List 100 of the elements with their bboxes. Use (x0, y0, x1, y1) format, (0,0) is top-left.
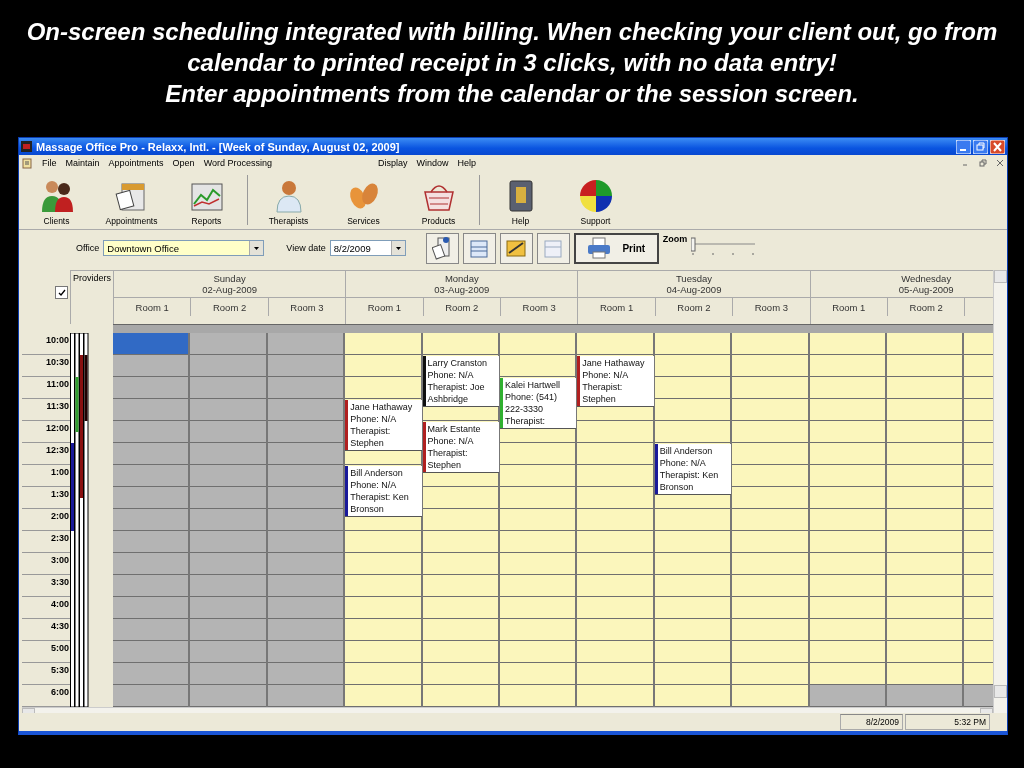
date-dropdown[interactable]: 8/2/2009 (329, 240, 406, 256)
time-label: 1:00 (51, 467, 70, 477)
appointment-card[interactable]: Bill Anderson Phone: N/A Therapist: Ken Bronson (345, 466, 422, 517)
closed-slot[interactable] (267, 465, 344, 487)
closed-slot[interactable] (267, 641, 344, 663)
closed-slot[interactable] (113, 465, 189, 487)
client-name: Bill Anderson (659, 445, 714, 457)
appointment-card[interactable]: Bill Anderson Phone: N/A Therapist: Ken Bronson (654, 444, 732, 495)
closed-slot[interactable] (267, 575, 344, 597)
toolbar-button[interactable]: Therapists (251, 171, 326, 229)
closed-slot[interactable] (190, 355, 266, 377)
appointment-card[interactable]: Jane Hathaway Phone: N/A Therapist: Stephen (345, 400, 422, 451)
closed-slot[interactable] (113, 641, 189, 663)
closed-slot[interactable] (113, 355, 189, 377)
closed-slot[interactable] (113, 531, 189, 553)
closed-slot[interactable] (190, 663, 266, 685)
closed-slot[interactable] (190, 641, 266, 663)
room-header: Room 2 (655, 298, 734, 316)
closed-slot[interactable] (190, 509, 266, 531)
checkout-button[interactable] (425, 232, 459, 264)
slider-thumb[interactable] (691, 237, 696, 252)
appointment-card[interactable]: Jane Hathaway Phone: N/A Therapist: Stephen (577, 356, 654, 407)
menu-item[interactable]: Maintain (65, 158, 100, 168)
closed-slot[interactable] (267, 553, 344, 575)
appointment-card[interactable]: Kalei Hartwell Phone: (541) 222-3330 Therapist: (499, 378, 577, 429)
edit-button[interactable] (499, 232, 533, 264)
closed-slot[interactable] (190, 531, 266, 553)
status-time: 5:32 PM (954, 717, 986, 727)
room-header: Room 1 (810, 298, 888, 316)
closed-slot[interactable] (267, 509, 344, 531)
restore-icon[interactable] (973, 139, 988, 154)
toolbar-button[interactable]: Appointments (94, 171, 169, 229)
menu-item[interactable]: Word Processing (203, 158, 272, 168)
closed-slot[interactable] (190, 597, 266, 619)
closed-slot[interactable] (113, 575, 189, 597)
closed-slot[interactable] (886, 685, 963, 707)
day-header: Monday 03-Aug-2009 (346, 270, 578, 298)
closed-slot[interactable] (267, 685, 344, 707)
appointment-card[interactable]: Larry Cranston Phone: N/A Therapist: Joe Ashbridge (422, 356, 499, 407)
closed-slot[interactable] (267, 597, 344, 619)
closed-slot[interactable] (190, 443, 266, 465)
closed-slot[interactable] (113, 553, 189, 575)
closed-slot[interactable] (267, 377, 344, 399)
closed-slot[interactable] (190, 333, 266, 355)
closed-slot[interactable] (113, 421, 189, 443)
closed-slot[interactable] (113, 619, 189, 641)
closed-slot[interactable] (267, 619, 344, 641)
closed-slot[interactable] (190, 575, 266, 597)
minimize-icon[interactable] (956, 139, 971, 154)
closed-slot[interactable] (190, 487, 266, 509)
calendar-button[interactable] (536, 232, 570, 264)
closed-slot[interactable] (113, 685, 189, 707)
time-label: 3:30 (51, 577, 70, 587)
closed-slot[interactable] (190, 399, 266, 421)
toolbar-button[interactable]: Help (483, 171, 558, 229)
restore-icon[interactable] (979, 159, 987, 167)
room-header: Room 3 (268, 298, 347, 316)
closed-slot[interactable] (267, 355, 344, 377)
toolbar-button[interactable]: Clients (19, 171, 94, 229)
time-label: 4:00 (51, 599, 70, 609)
menu-item[interactable]: Window (416, 158, 449, 168)
closed-slot[interactable] (267, 333, 344, 355)
menu-item[interactable]: Help (457, 158, 477, 168)
toolbar-button[interactable]: Products (401, 171, 476, 229)
closed-slot[interactable] (190, 619, 266, 641)
menu-item[interactable]: Display (378, 158, 408, 168)
closed-slot[interactable] (190, 465, 266, 487)
closed-slot[interactable] (190, 553, 266, 575)
providers-checkbox[interactable] (55, 286, 68, 299)
toolbar-button[interactable]: Services (326, 171, 401, 229)
menu-item[interactable]: Open (172, 158, 195, 168)
closed-slot[interactable] (113, 443, 189, 465)
toolbar-button[interactable]: Support (558, 171, 633, 229)
print-button[interactable]: Print (573, 232, 659, 264)
closed-slot[interactable] (267, 399, 344, 421)
closed-slot[interactable] (113, 399, 189, 421)
closed-slot[interactable] (809, 685, 885, 707)
appointment-card[interactable]: Mark Estante Phone: N/A Therapist: Stephen (422, 422, 499, 473)
closed-slot[interactable] (190, 377, 266, 399)
office-dropdown[interactable]: Downtown Office (103, 240, 265, 256)
closed-slot[interactable] (113, 487, 189, 509)
closed-slot[interactable] (190, 685, 266, 707)
closed-slot[interactable] (113, 663, 189, 685)
client-name: Bill Anderson (350, 467, 404, 479)
closed-slot[interactable] (113, 597, 189, 619)
vertical-scrollbar[interactable] (993, 270, 1007, 713)
menu-item[interactable]: File (42, 158, 57, 168)
close-icon[interactable] (996, 159, 1004, 167)
closed-slot[interactable] (267, 531, 344, 553)
client-name: Kalei Hartwell (504, 379, 561, 391)
client-phone: Phone: N/A (582, 369, 630, 381)
closed-slot[interactable] (267, 443, 344, 465)
closed-slot[interactable] (267, 487, 344, 509)
closed-slot[interactable] (267, 663, 344, 685)
closed-slot[interactable] (113, 509, 189, 531)
toolbar-button[interactable]: Reports (169, 171, 244, 229)
closed-slot[interactable] (267, 421, 344, 443)
closed-slot[interactable] (190, 421, 266, 443)
closed-slot[interactable] (113, 377, 189, 399)
menu-item[interactable]: Appointments (108, 158, 164, 168)
